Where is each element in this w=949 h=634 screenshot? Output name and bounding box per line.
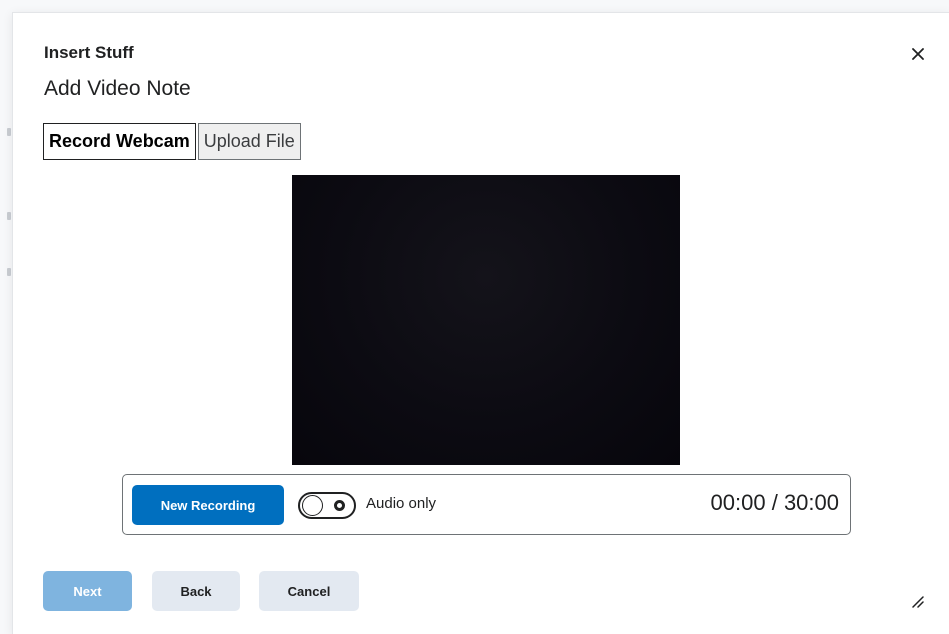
close-button[interactable]: [905, 41, 931, 67]
audio-only-label: Audio only: [366, 495, 437, 512]
background-edge-mark: [7, 268, 11, 276]
dialog-subtitle: Add Video Note: [44, 77, 191, 100]
source-tabs: Record Webcam Upload File: [43, 123, 301, 160]
next-button[interactable]: Next: [43, 571, 132, 611]
insert-stuff-dialog: Insert Stuff Add Video Note Record Webca…: [12, 12, 949, 634]
background-edge-mark: [7, 128, 11, 136]
tab-record-webcam[interactable]: Record Webcam: [43, 123, 196, 160]
back-button[interactable]: Back: [152, 571, 240, 611]
resize-grip-icon[interactable]: [910, 594, 924, 608]
dialog-title: Insert Stuff: [44, 43, 134, 62]
toggle-knob: [302, 495, 323, 516]
background-edge-mark: [7, 212, 11, 220]
tab-upload-file[interactable]: Upload File: [197, 123, 301, 160]
new-recording-button[interactable]: New Recording: [132, 485, 284, 525]
cancel-button[interactable]: Cancel: [259, 571, 359, 611]
recording-timer: 00:00 / 30:00: [710, 490, 839, 515]
audio-only-toggle[interactable]: [298, 492, 356, 519]
close-icon: [912, 48, 924, 60]
recording-controls: New Recording Audio only 00:00 / 30:00: [122, 474, 851, 535]
toggle-off-indicator-icon: [334, 500, 345, 511]
webcam-preview: [292, 175, 680, 465]
